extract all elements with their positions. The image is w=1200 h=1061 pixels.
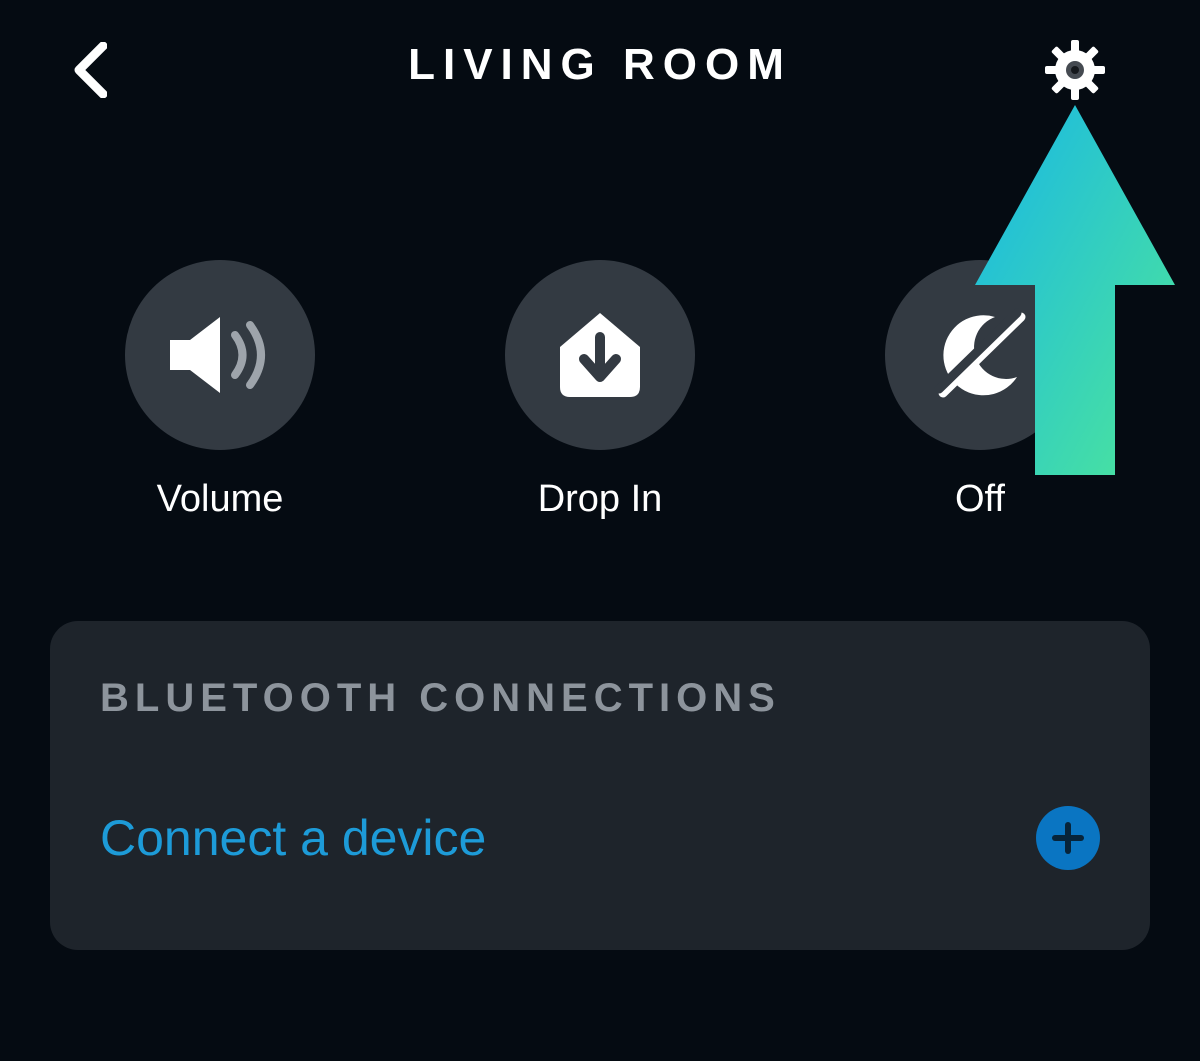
back-button[interactable] (60, 40, 120, 100)
dnd-label: Off (955, 478, 1005, 521)
volume-label: Volume (157, 478, 284, 521)
settings-button[interactable] (1045, 40, 1105, 100)
dropin-icon (550, 305, 650, 405)
dnd-action: Off (830, 260, 1130, 521)
bluetooth-card: BLUETOOTH CONNECTIONS Connect a device (50, 621, 1150, 950)
dropin-button[interactable] (505, 260, 695, 450)
volume-icon (160, 305, 280, 405)
header: LIVING ROOM (0, 0, 1200, 130)
page-title: LIVING ROOM (408, 40, 792, 90)
moon-off-icon (925, 305, 1035, 405)
dnd-button[interactable] (885, 260, 1075, 450)
volume-button[interactable] (125, 260, 315, 450)
volume-action: Volume (70, 260, 370, 521)
connect-device-label: Connect a device (100, 809, 486, 867)
bluetooth-section-title: BLUETOOTH CONNECTIONS (100, 676, 1100, 721)
gear-icon (1045, 40, 1105, 100)
plus-icon (1050, 820, 1086, 856)
dropin-label: Drop In (538, 478, 663, 521)
add-device-button[interactable] (1036, 806, 1100, 870)
chevron-left-icon (73, 42, 107, 98)
connect-device-row[interactable]: Connect a device (100, 806, 1100, 870)
actions-row: Volume Drop In Off (0, 260, 1200, 521)
dropin-action: Drop In (450, 260, 750, 521)
